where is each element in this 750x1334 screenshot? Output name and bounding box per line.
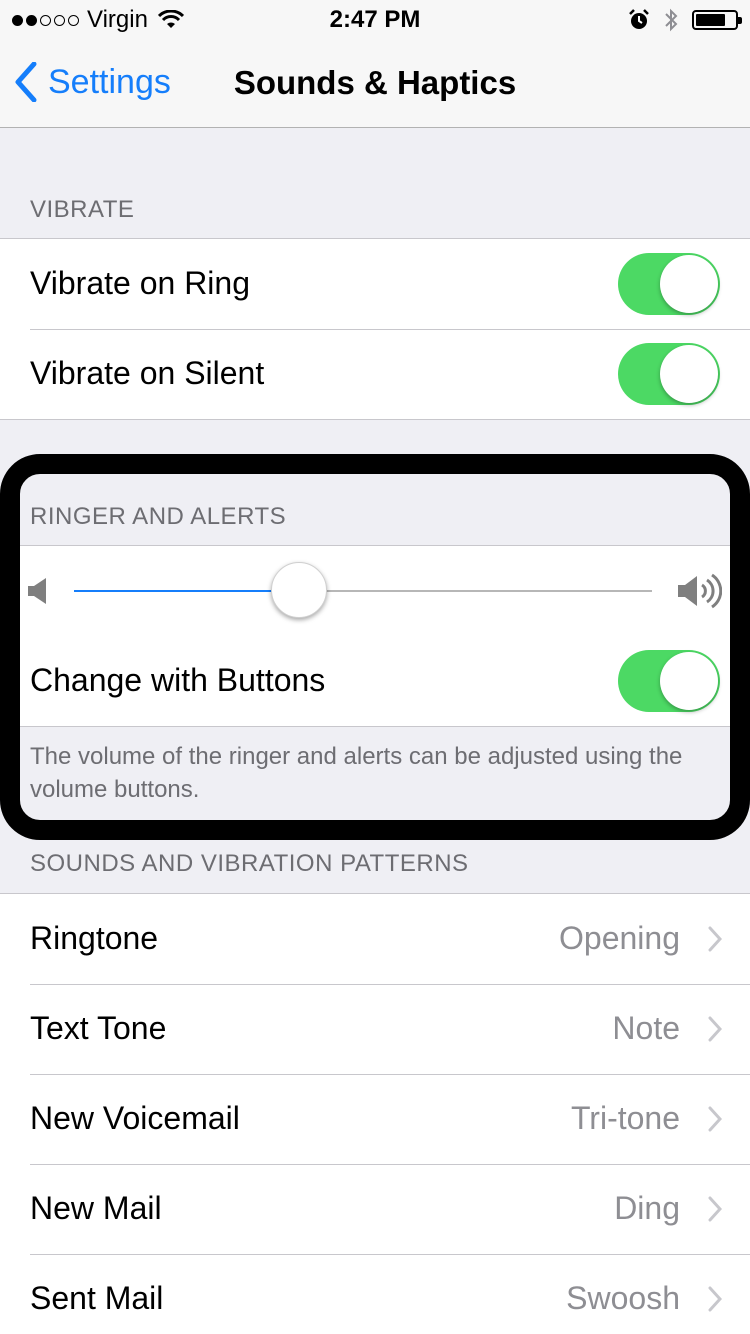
row-value: Tri-tone [570, 1100, 680, 1136]
status-right [628, 8, 742, 32]
chevron-right-icon [708, 1016, 722, 1042]
volume-slider-track[interactable] [74, 590, 652, 592]
row-value: Opening [559, 920, 680, 956]
speaker-low-icon [28, 578, 46, 604]
row-value: Swoosh [566, 1280, 680, 1316]
chevron-right-icon [708, 1106, 722, 1132]
row-value: Note [612, 1010, 680, 1046]
ringer-group: Change with Buttons [0, 545, 750, 727]
status-bar: Virgin 2:47 PM [0, 0, 750, 40]
row-vibrate-on-ring: Vibrate on Ring [0, 239, 750, 329]
row-sent-mail[interactable]: Sent Mail Swoosh [0, 1254, 750, 1334]
row-label: Vibrate on Ring [30, 265, 250, 301]
chevron-right-icon [708, 1196, 722, 1222]
row-new-mail[interactable]: New Mail Ding [0, 1164, 750, 1254]
row-label: Change with Buttons [30, 662, 326, 698]
patterns-group: Ringtone Opening Text Tone Note New Voic… [0, 893, 750, 1334]
vibrate-group: Vibrate on Ring Vibrate on Silent [0, 238, 750, 420]
section-header-vibrate: VIBRATE [30, 196, 135, 223]
vibrate-on-ring-toggle[interactable] [618, 253, 720, 315]
row-label: New Voicemail [30, 1100, 240, 1136]
change-with-buttons-toggle[interactable] [618, 650, 720, 712]
row-ringtone[interactable]: Ringtone Opening [0, 894, 750, 984]
navigation-bar: Settings Sounds & Haptics [0, 40, 750, 128]
battery-icon [692, 10, 742, 30]
row-value: Ding [614, 1190, 680, 1226]
row-label: Sent Mail [30, 1280, 164, 1316]
bluetooth-icon [665, 8, 678, 32]
row-label: New Mail [30, 1190, 162, 1226]
row-change-with-buttons: Change with Buttons [0, 636, 750, 726]
row-vibrate-on-silent: Vibrate on Silent [0, 329, 750, 419]
speaker-high-icon [678, 573, 722, 609]
alarm-icon [629, 9, 649, 29]
chevron-right-icon [708, 1286, 722, 1312]
row-label: Vibrate on Silent [30, 355, 265, 391]
chevron-right-icon [708, 926, 722, 952]
row-label: Ringtone [30, 920, 159, 956]
volume-slider-thumb[interactable] [271, 562, 328, 618]
row-text-tone[interactable]: Text Tone Note [0, 984, 750, 1074]
vibrate-on-silent-toggle[interactable] [618, 343, 720, 405]
ringer-footer-note: The volume of the ringer and alerts can … [30, 743, 683, 803]
row-new-voicemail[interactable]: New Voicemail Tri-tone [0, 1074, 750, 1164]
ringer-volume-row [0, 546, 750, 636]
row-label: Text Tone [30, 1010, 167, 1046]
page-title: Sounds & Haptics [233, 64, 517, 101]
section-header-ringer: RINGER AND ALERTS [30, 503, 287, 530]
section-header-patterns: SOUNDS AND VIBRATION PATTERNS [30, 850, 469, 877]
